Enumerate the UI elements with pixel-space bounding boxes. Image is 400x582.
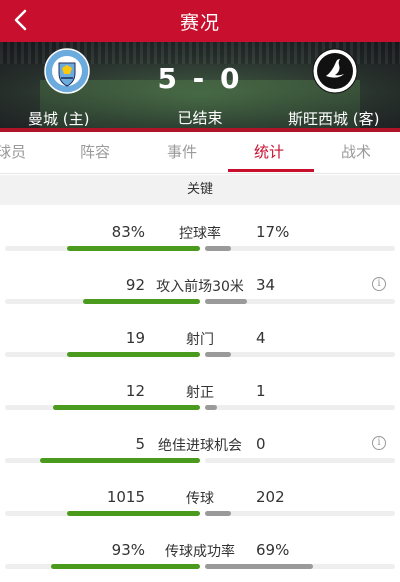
stat-row: 19 射门 4 [0, 317, 400, 370]
away-stat-value: 4 [256, 329, 266, 347]
home-bar-fill [67, 511, 200, 516]
home-stat-value: 1015 [106, 488, 145, 506]
stat-row: 83% 控球率 17% [0, 211, 400, 264]
away-bar-track [205, 246, 395, 251]
active-tab-indicator [228, 169, 314, 172]
away-bar-fill [205, 405, 217, 410]
home-bar-fill [53, 405, 200, 410]
home-stat-value: 93% [111, 541, 145, 559]
home-bar-track [5, 405, 200, 410]
home-bar-track [5, 511, 200, 516]
home-bar-fill [40, 458, 200, 463]
away-stat-value: 1 [256, 382, 266, 400]
tab-bar: 球员 阵容 事件 统计 战术 [0, 132, 400, 174]
stat-row: 5 绝佳进球机会 0 i [0, 423, 400, 476]
home-bar-fill [67, 352, 200, 357]
match-status: 已结束 [177, 109, 223, 127]
away-bar-track [205, 405, 395, 410]
tab-players[interactable]: 球员 [0, 132, 26, 174]
home-bar-track [5, 352, 200, 357]
away-bar-fill [205, 511, 231, 516]
page-title: 赛况 [179, 11, 220, 34]
away-stat-value: 0 [256, 435, 266, 453]
info-icon[interactable]: i [372, 436, 386, 450]
away-stat-value: 17% [256, 223, 290, 241]
away-bar-track [205, 299, 395, 304]
away-stat-value: 34 [256, 276, 276, 294]
tab-lineup[interactable]: 阵容 [80, 132, 110, 174]
chevron-left-icon[interactable] [10, 8, 34, 32]
stat-label: 传球成功率 [165, 544, 235, 560]
home-stat-value: 19 [125, 329, 145, 347]
top-bar: 赛况 [0, 0, 400, 42]
home-bar-track [5, 246, 200, 251]
home-bar-fill [67, 246, 200, 251]
section-header-key: 关键 [0, 175, 400, 205]
home-bar-track [5, 299, 200, 304]
tab-events[interactable]: 事件 [167, 132, 197, 174]
match-score: 5 - 0 [157, 62, 243, 95]
away-bar-track [205, 511, 395, 516]
away-bar-fill [205, 246, 231, 251]
stat-label: 攻入前场30米 [156, 279, 244, 295]
stat-row: 1015 传球 202 [0, 476, 400, 529]
info-icon[interactable]: i [372, 277, 386, 291]
home-stat-value: 92 [125, 276, 145, 294]
away-bar-track [205, 458, 395, 463]
stat-row: 93% 传球成功率 69% [0, 529, 400, 582]
away-bar-fill [205, 299, 247, 304]
away-bar-track [205, 352, 395, 357]
tab-stats[interactable]: 统计 [254, 132, 284, 174]
home-bar-track [5, 458, 200, 463]
home-stat-value: 83% [111, 223, 145, 241]
stat-label: 控球率 [179, 226, 221, 242]
stat-row: 92 攻入前场30米 34 i [0, 264, 400, 317]
away-stat-value: 69% [256, 541, 290, 559]
away-bar-fill [205, 352, 231, 357]
home-bar-fill [83, 299, 200, 304]
stat-label: 射门 [186, 332, 214, 348]
stat-label: 传球 [186, 491, 214, 507]
home-stat-value: 5 [135, 435, 145, 453]
stat-label: 射正 [186, 385, 214, 401]
tab-tactics[interactable]: 战术 [341, 132, 371, 174]
stat-row: 12 射正 1 [0, 370, 400, 423]
away-stat-value: 202 [256, 488, 285, 506]
stat-label: 绝佳进球机会 [158, 438, 242, 454]
home-stat-value: 12 [125, 382, 145, 400]
